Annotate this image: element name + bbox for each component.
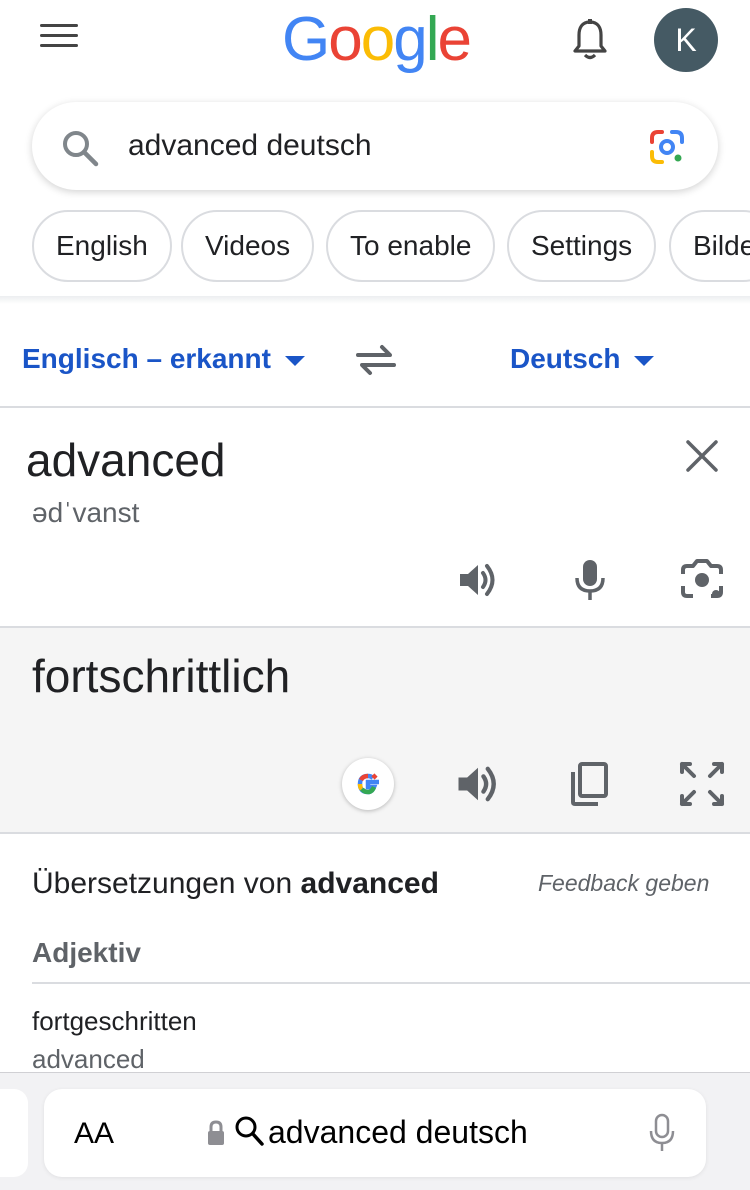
logo-letter: g xyxy=(393,5,428,74)
copy-icon[interactable] xyxy=(564,758,616,810)
filter-chips: English Videos To enable Settings Bilde xyxy=(0,210,750,282)
camera-translate-icon[interactable] xyxy=(678,556,726,604)
text-size-button[interactable]: AA xyxy=(74,1117,114,1151)
address-text: advanced deutsch xyxy=(268,1114,528,1150)
header: Google K xyxy=(0,0,750,90)
lock-icon xyxy=(208,1120,224,1145)
language-selector: Englisch – erkannt Deutsch xyxy=(0,324,750,394)
chip-english[interactable]: English xyxy=(32,210,172,282)
speaker-icon[interactable] xyxy=(454,556,502,604)
translations-heading-prefix: Übersetzungen von xyxy=(32,867,301,900)
source-phonetic: ədˈvanst xyxy=(32,497,140,528)
clear-text-icon[interactable] xyxy=(684,438,720,474)
swap-languages-icon[interactable] xyxy=(354,340,398,380)
microphone-icon[interactable] xyxy=(566,556,614,604)
section-shadow xyxy=(0,296,750,304)
google-g-icon[interactable] xyxy=(342,758,394,810)
chevron-down-icon xyxy=(634,355,655,366)
search-icon xyxy=(63,131,99,167)
source-language-label: Englisch – erkannt xyxy=(22,343,271,374)
translation-entry-word[interactable]: fortgeschritten xyxy=(32,1006,197,1036)
translation-entry-back: advanced xyxy=(32,1044,145,1074)
feedback-link[interactable]: Feedback geben xyxy=(538,868,709,898)
target-language-select[interactable]: Deutsch xyxy=(510,342,655,376)
search-box[interactable]: advanced deutsch xyxy=(32,102,718,190)
notifications-bell-icon[interactable] xyxy=(570,18,610,62)
chevron-down-icon xyxy=(284,355,305,366)
hamburger-menu-icon[interactable] xyxy=(40,24,80,52)
browser-toolbar: AA advanced deutsch xyxy=(0,1072,750,1190)
search-icon xyxy=(235,1116,264,1146)
address-bar[interactable]: AA advanced deutsch xyxy=(44,1089,706,1177)
translated-text: fortschrittlich xyxy=(32,650,291,702)
chip-videos[interactable]: Videos xyxy=(181,210,315,282)
translation-result-panel: fortschrittlich xyxy=(0,628,750,832)
account-avatar[interactable]: K xyxy=(654,8,718,72)
part-of-speech-label: Adjektiv xyxy=(32,937,141,968)
microphone-icon[interactable] xyxy=(648,1113,676,1153)
logo-letter: l xyxy=(425,5,440,74)
divider xyxy=(0,832,750,834)
previous-tab-edge[interactable] xyxy=(0,1089,28,1177)
source-text-input[interactable]: advanced xyxy=(26,432,226,488)
chip-bilder[interactable]: Bilde xyxy=(669,210,750,282)
logo-letter: e xyxy=(437,5,472,74)
source-language-select[interactable]: Englisch – erkannt xyxy=(22,342,305,376)
logo-letter: G xyxy=(282,5,330,74)
translations-heading-word: advanced xyxy=(300,867,439,900)
translations-heading: Übersetzungen von advanced xyxy=(32,866,439,902)
divider xyxy=(32,982,750,984)
google-lens-icon[interactable] xyxy=(646,126,688,168)
target-language-label: Deutsch xyxy=(510,343,621,374)
chip-settings[interactable]: Settings xyxy=(507,210,657,282)
logo-letter: o xyxy=(360,5,396,74)
logo-letter: o xyxy=(328,5,363,74)
chip-to-enable[interactable]: To enable xyxy=(326,210,496,282)
divider xyxy=(0,406,750,408)
search-input[interactable]: advanced deutsch xyxy=(128,128,372,164)
google-logo[interactable]: Google xyxy=(282,4,472,76)
fullscreen-icon[interactable] xyxy=(676,758,728,810)
speaker-icon[interactable] xyxy=(452,758,504,810)
